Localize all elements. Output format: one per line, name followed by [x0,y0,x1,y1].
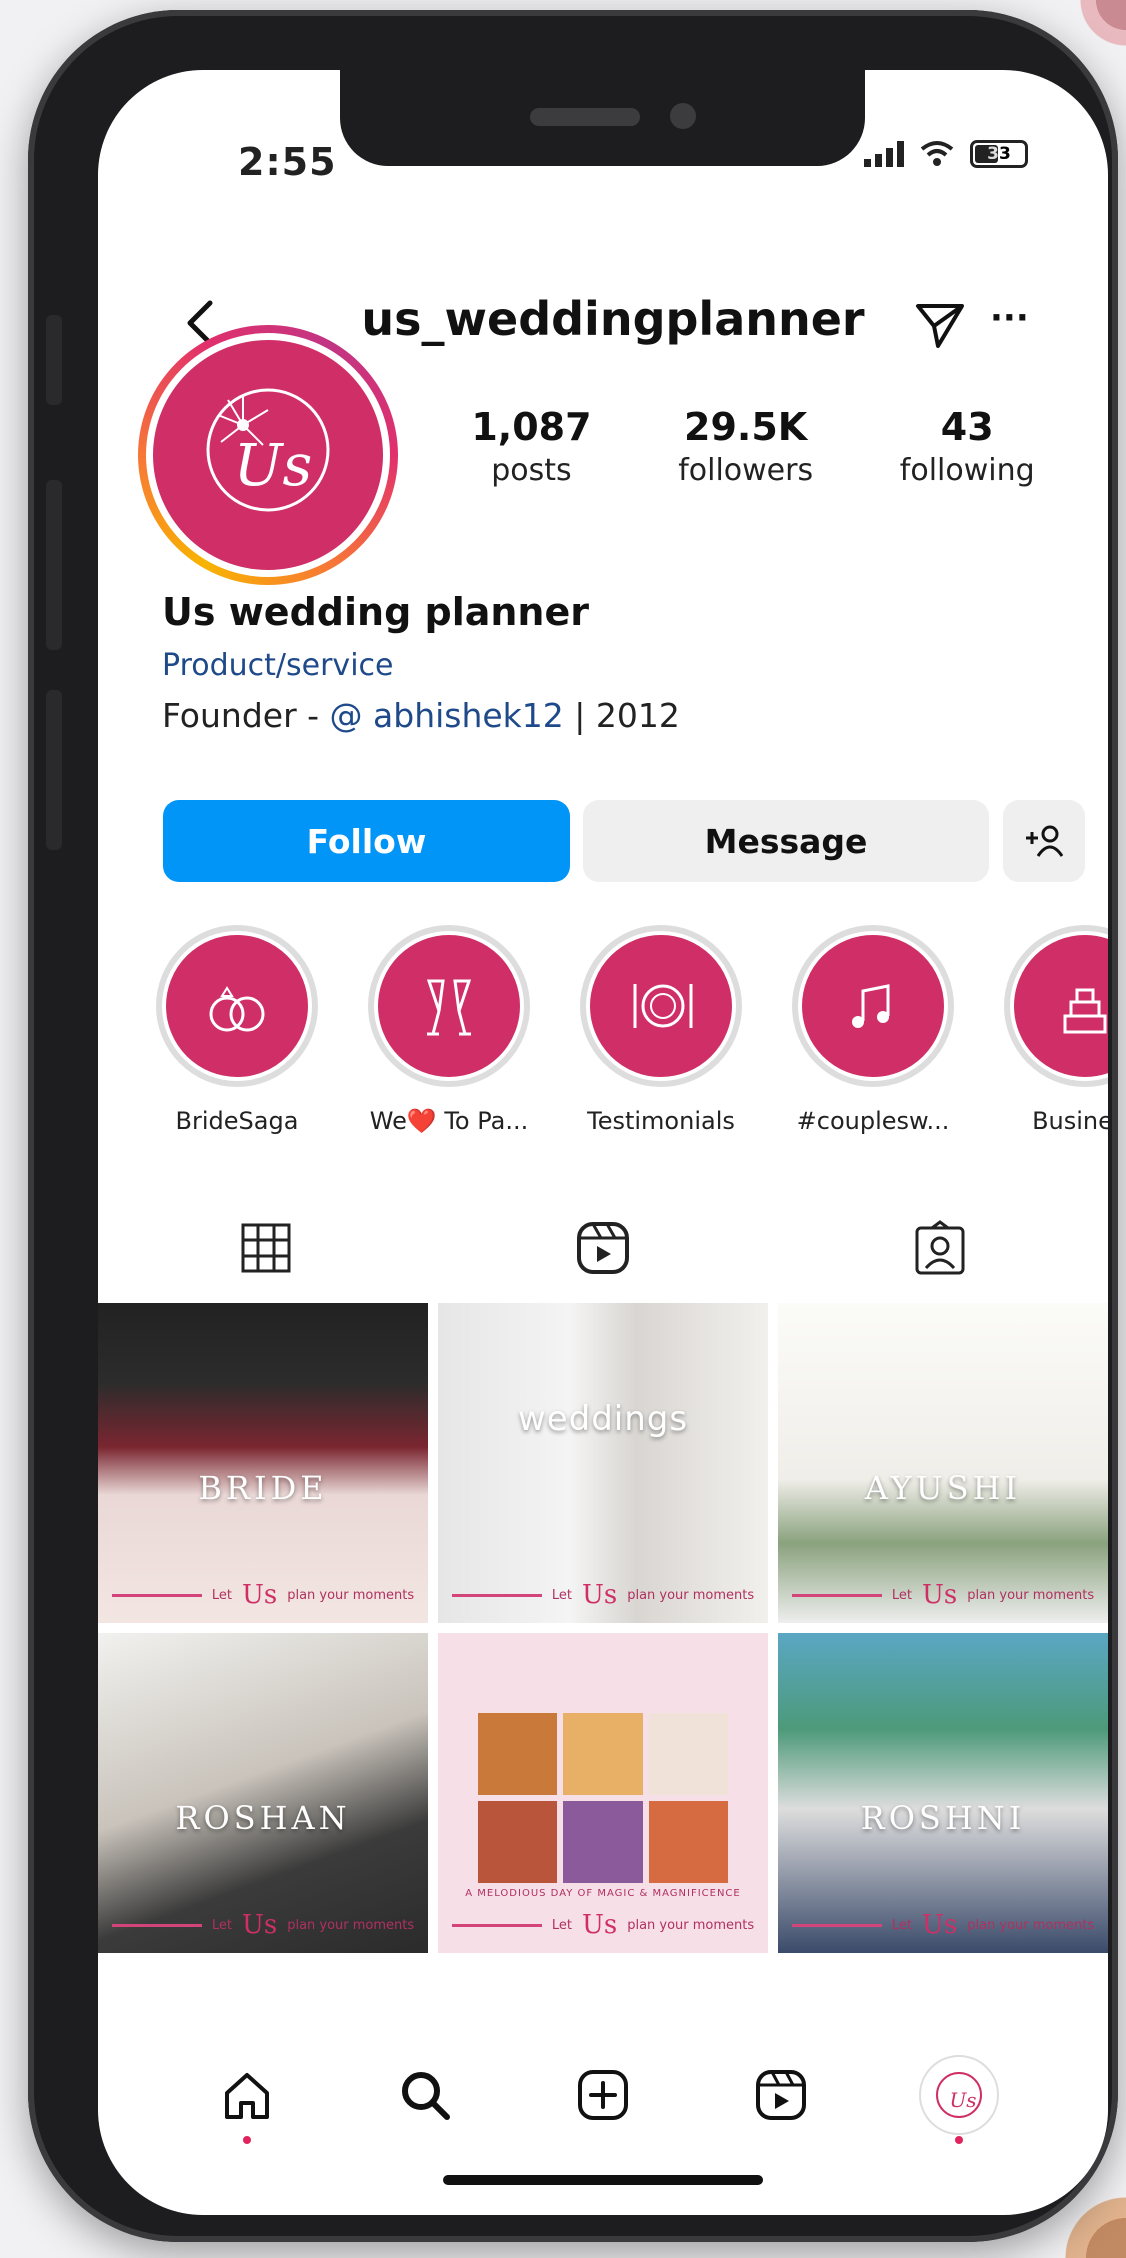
tagged-icon [915,1220,965,1275]
brand-logo-icon: Us [206,388,330,512]
profile-stats: 1,087 posts 29.5K followers 43 following [428,405,1078,488]
profile-avatar[interactable]: Us [138,325,398,585]
bio-suffix: | 2012 [563,696,680,735]
highlight-label: #couplesw... [796,1107,950,1135]
search-icon [402,2072,450,2120]
post-footer: Let Us plan your moments [778,1580,1108,1610]
wifi-icon [920,141,954,166]
brand-logo-icon: Us [936,2072,982,2118]
plate-icon [633,984,693,1028]
posts-label: posts [491,453,572,488]
suggested-users-button[interactable] [1003,800,1085,882]
post-footer: Let Us plan your moments [98,1580,428,1610]
phone-screen: 2:55 33 us_weddingplanner ··· Us 1,087 p… [98,70,1108,2215]
post-thumbnail[interactable]: weddings Let Us plan your moments [438,1303,768,1623]
volume-down-button [46,690,62,850]
post-thumbnail[interactable]: BRIDE Let Us plan your moments [98,1303,428,1623]
post-caption: A MELODIOUS DAY OF MAGIC & MAGNIFICENCE [465,1888,741,1899]
post-footer: Let Us plan your moments [438,1580,768,1610]
following-stat[interactable]: 43 following [900,405,1035,488]
status-icons: 33 [864,140,1028,168]
bio-prefix: Founder - [162,696,330,735]
nav-reels[interactable] [736,2050,826,2140]
post-thumbnail[interactable]: ROSHNI Let Us plan your moments [778,1633,1108,1953]
post-footer: Let Us plan your moments [438,1910,768,1940]
battery-level: 33 [987,144,1011,164]
photo-collage [478,1713,728,1883]
cake-icon [1063,988,1107,1034]
highlight-label: Business [1032,1107,1108,1135]
bio-mention-link[interactable]: @ abhishek12 [330,696,564,735]
post-footer: Let Us plan your moments [98,1910,428,1940]
post-title: BRIDE [198,1469,328,1508]
add-user-icon [1026,825,1064,857]
post-thumbnail[interactable]: ROSHAN Let Us plan your moments [98,1633,428,1953]
svg-text:Us: Us [949,2088,976,2112]
post-thumbnail[interactable]: A MELODIOUS DAY OF MAGIC & MAGNIFICENCE … [438,1633,768,1953]
post-title: ROSHAN [175,1799,351,1838]
home-icon [225,2073,269,2119]
nav-profile[interactable]: Us [914,2050,1004,2144]
send-message-icon[interactable] [912,298,968,354]
phone-frame: 2:55 33 us_weddingplanner ··· Us 1,087 p… [28,10,1118,2242]
reels-icon [577,1222,629,1274]
highlight-label: We❤️ To Pa... [369,1107,529,1135]
post-title: ROSHNI [860,1799,1026,1838]
highlight-item[interactable]: Testimonials [580,925,742,1135]
highlight-item[interactable]: BrideSaga [156,925,318,1135]
post-footer: Let Us plan your moments [778,1910,1108,1940]
highlight-item[interactable]: We❤️ To Pa... [368,925,530,1135]
posts-grid: BRIDE Let Us plan your moments weddings Le… [98,1303,1108,1953]
svg-text:Us: Us [234,431,313,499]
home-indicator [443,2175,763,2185]
battery-icon: 33 [970,140,1028,168]
background-decoration-top [1066,0,1126,60]
profile-tabs [98,1203,1108,1293]
posts-count: 1,087 [471,405,592,449]
status-time: 2:55 [238,140,337,184]
following-count: 43 [940,405,994,449]
followers-stat[interactable]: 29.5K followers [678,405,813,488]
nav-search[interactable] [380,2050,470,2140]
follow-button[interactable]: Follow [163,800,570,882]
nav-create[interactable] [558,2050,648,2140]
highlight-label: BrideSaga [175,1107,299,1135]
notch [340,70,865,166]
bottom-navigation: Us [98,2040,1108,2150]
speaker [530,108,640,126]
tab-reels[interactable] [435,1203,772,1293]
display-name: Us wedding planner [162,590,589,634]
message-button[interactable]: Message [583,800,989,882]
bio-text: Founder - @ abhishek12 | 2012 [162,696,680,735]
followers-count: 29.5K [684,405,808,449]
volume-up-button [46,480,62,650]
rings-icon [209,986,265,1032]
champagne-icon [426,979,472,1036]
mute-switch [46,315,62,405]
story-highlights: BrideSaga We❤️ To Pa... Testimonials #co… [156,925,1108,1135]
front-camera [670,103,696,129]
profile-icon: Us [919,2055,999,2135]
nav-home[interactable] [202,2050,292,2144]
post-title: weddings [517,1399,689,1439]
tab-tagged[interactable] [771,1203,1108,1293]
post-title: AYUSHI [864,1469,1022,1508]
post-thumbnail[interactable]: AYUSHI Let Us plan your moments [778,1303,1108,1623]
posts-stat[interactable]: 1,087 posts [471,405,591,488]
reels-icon [756,2070,806,2120]
following-label: following [899,453,1035,488]
music-icon [852,984,890,1028]
signal-icon [864,141,904,167]
followers-label: followers [678,453,814,488]
highlight-label: Testimonials [587,1107,735,1135]
highlight-item[interactable]: Business [1004,925,1108,1135]
profile-category: Product/service [162,648,394,683]
grid-icon [241,1223,291,1273]
create-icon [578,2070,628,2120]
more-options-icon[interactable]: ··· [990,301,1030,346]
tab-posts[interactable] [98,1203,435,1293]
highlight-item[interactable]: #couplesw... [792,925,954,1135]
